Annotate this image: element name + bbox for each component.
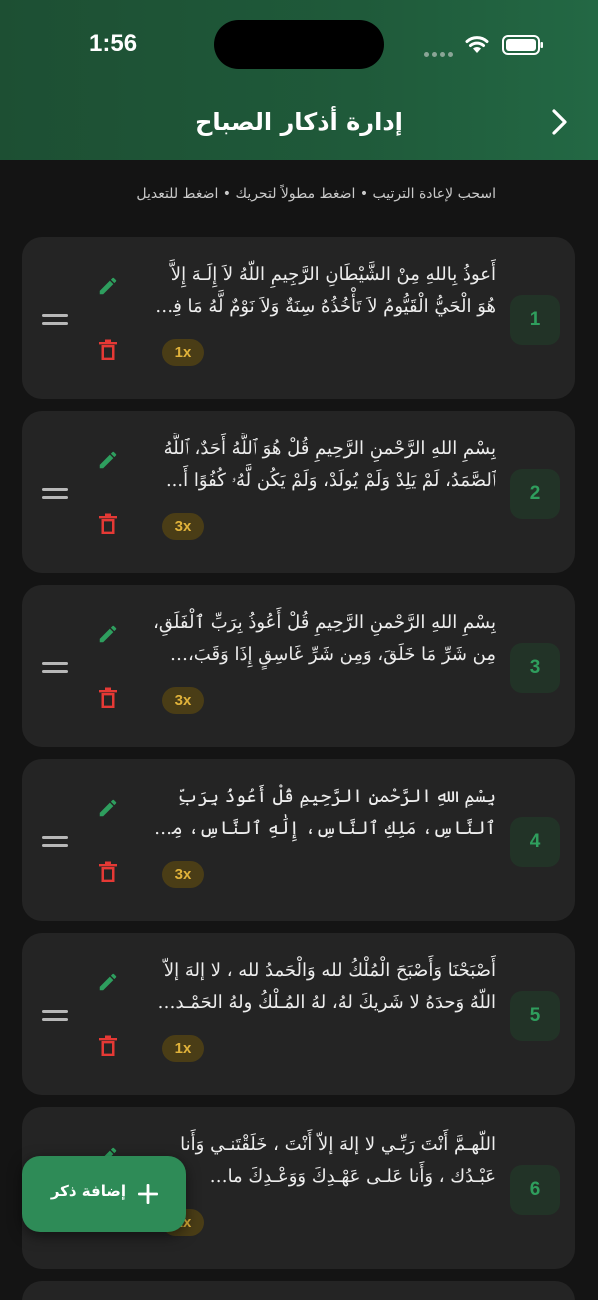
status-bar: 1:56 xyxy=(0,0,598,90)
order-number-badge: 2 xyxy=(510,469,560,519)
dhikr-text: اللّهـمَّ أَنْتَ رَبِّـي لا إلهَ إلاّ أَ… xyxy=(180,1134,496,1187)
plus-icon xyxy=(138,1184,158,1204)
signal-icon xyxy=(424,42,456,61)
pencil-icon[interactable] xyxy=(97,797,119,819)
dynamic-island xyxy=(214,20,384,69)
add-dhikr-label: إضافة ذكر xyxy=(50,1182,126,1200)
header: 1:56 إدارة أذكار الصباح xyxy=(0,0,598,160)
trash-icon[interactable] xyxy=(98,339,118,361)
repeat-count-badge: 1x xyxy=(162,1035,204,1062)
order-number-badge: 6 xyxy=(510,1165,560,1215)
pencil-icon[interactable] xyxy=(97,971,119,993)
trash-icon[interactable] xyxy=(98,513,118,535)
battery-icon xyxy=(502,35,543,55)
order-number-badge: 3 xyxy=(510,643,560,693)
drag-handle-icon[interactable] xyxy=(42,314,68,328)
drag-handle-icon[interactable] xyxy=(42,836,68,850)
trash-icon[interactable] xyxy=(98,1035,118,1057)
dhikr-card[interactable]: بِسْمِ اللهِ الرَّحْمنِ الرَّحِيمِ قُلْ … xyxy=(22,585,575,747)
page-title: إدارة أذكار الصباح xyxy=(195,108,403,136)
repeat-count-badge: 3x xyxy=(162,861,204,888)
drag-handle-icon[interactable] xyxy=(42,662,68,676)
dhikr-card[interactable]: بِسْمِ اللهِ الرَّحْمنِ الرَّحِيمِ قُلْ … xyxy=(22,759,575,921)
dhikr-card[interactable] xyxy=(22,1281,575,1300)
order-number-badge: 5 xyxy=(510,991,560,1041)
repeat-count-badge: 3x xyxy=(162,513,204,540)
wifi-icon xyxy=(465,36,489,53)
status-time: 1:56 xyxy=(89,30,138,57)
trash-icon[interactable] xyxy=(98,687,118,709)
trash-icon[interactable] xyxy=(98,861,118,883)
drag-handle-icon[interactable] xyxy=(42,1010,68,1024)
chevron-right-icon[interactable] xyxy=(548,108,572,136)
dhikr-text: أَعوذُ بِاللهِ مِنْ الشَّيْطَانِ الرَّجِ… xyxy=(158,264,496,317)
dhikr-text: أَصْبَحْنَا وَأَصْبَحَ الْمُلْكُ لله وَا… xyxy=(163,960,496,1013)
pencil-icon[interactable] xyxy=(97,623,119,645)
drag-handle-icon[interactable] xyxy=(42,488,68,502)
pencil-icon[interactable] xyxy=(97,275,119,297)
add-dhikr-button[interactable]: إضافة ذكر xyxy=(22,1156,186,1232)
instructions-hint: اسحب لإعادة الترتيب • اضغط مطولاً لتحريك… xyxy=(136,186,496,202)
order-number-badge: 4 xyxy=(510,817,560,867)
repeat-count-badge: 3x xyxy=(162,687,204,714)
screen: 1:56 إدارة أذكار الصباح اسحب لإعادة التر… xyxy=(0,0,598,1300)
dhikr-card[interactable]: بِسْمِ اللهِ الرَّحْمنِ الرَّحِيمِ قُلْ … xyxy=(22,411,575,573)
dhikr-card[interactable]: أَصْبَحْنَا وَأَصْبَحَ الْمُلْكُ لله وَا… xyxy=(22,933,575,1095)
order-number-badge: 1 xyxy=(510,295,560,345)
status-icons xyxy=(424,33,544,57)
dhikr-card[interactable]: أَعوذُ بِاللهِ مِنْ الشَّيْطَانِ الرَّجِ… xyxy=(22,237,575,399)
dhikr-text: بِسْمِ اللهِ الرَّحْمنِ الرَّحِيمِ قُلْ … xyxy=(163,438,496,491)
dhikr-text: بِسْمِ اللهِ الرَّحْمنِ الرَّحِيمِ قُلْ … xyxy=(153,612,496,665)
repeat-count-badge: 1x xyxy=(162,339,204,366)
pencil-icon[interactable] xyxy=(97,449,119,471)
dhikr-text: بِسْمِ اللهِ الرَّحْمنِ الرَّحِيمِ قُلْ … xyxy=(161,786,496,839)
